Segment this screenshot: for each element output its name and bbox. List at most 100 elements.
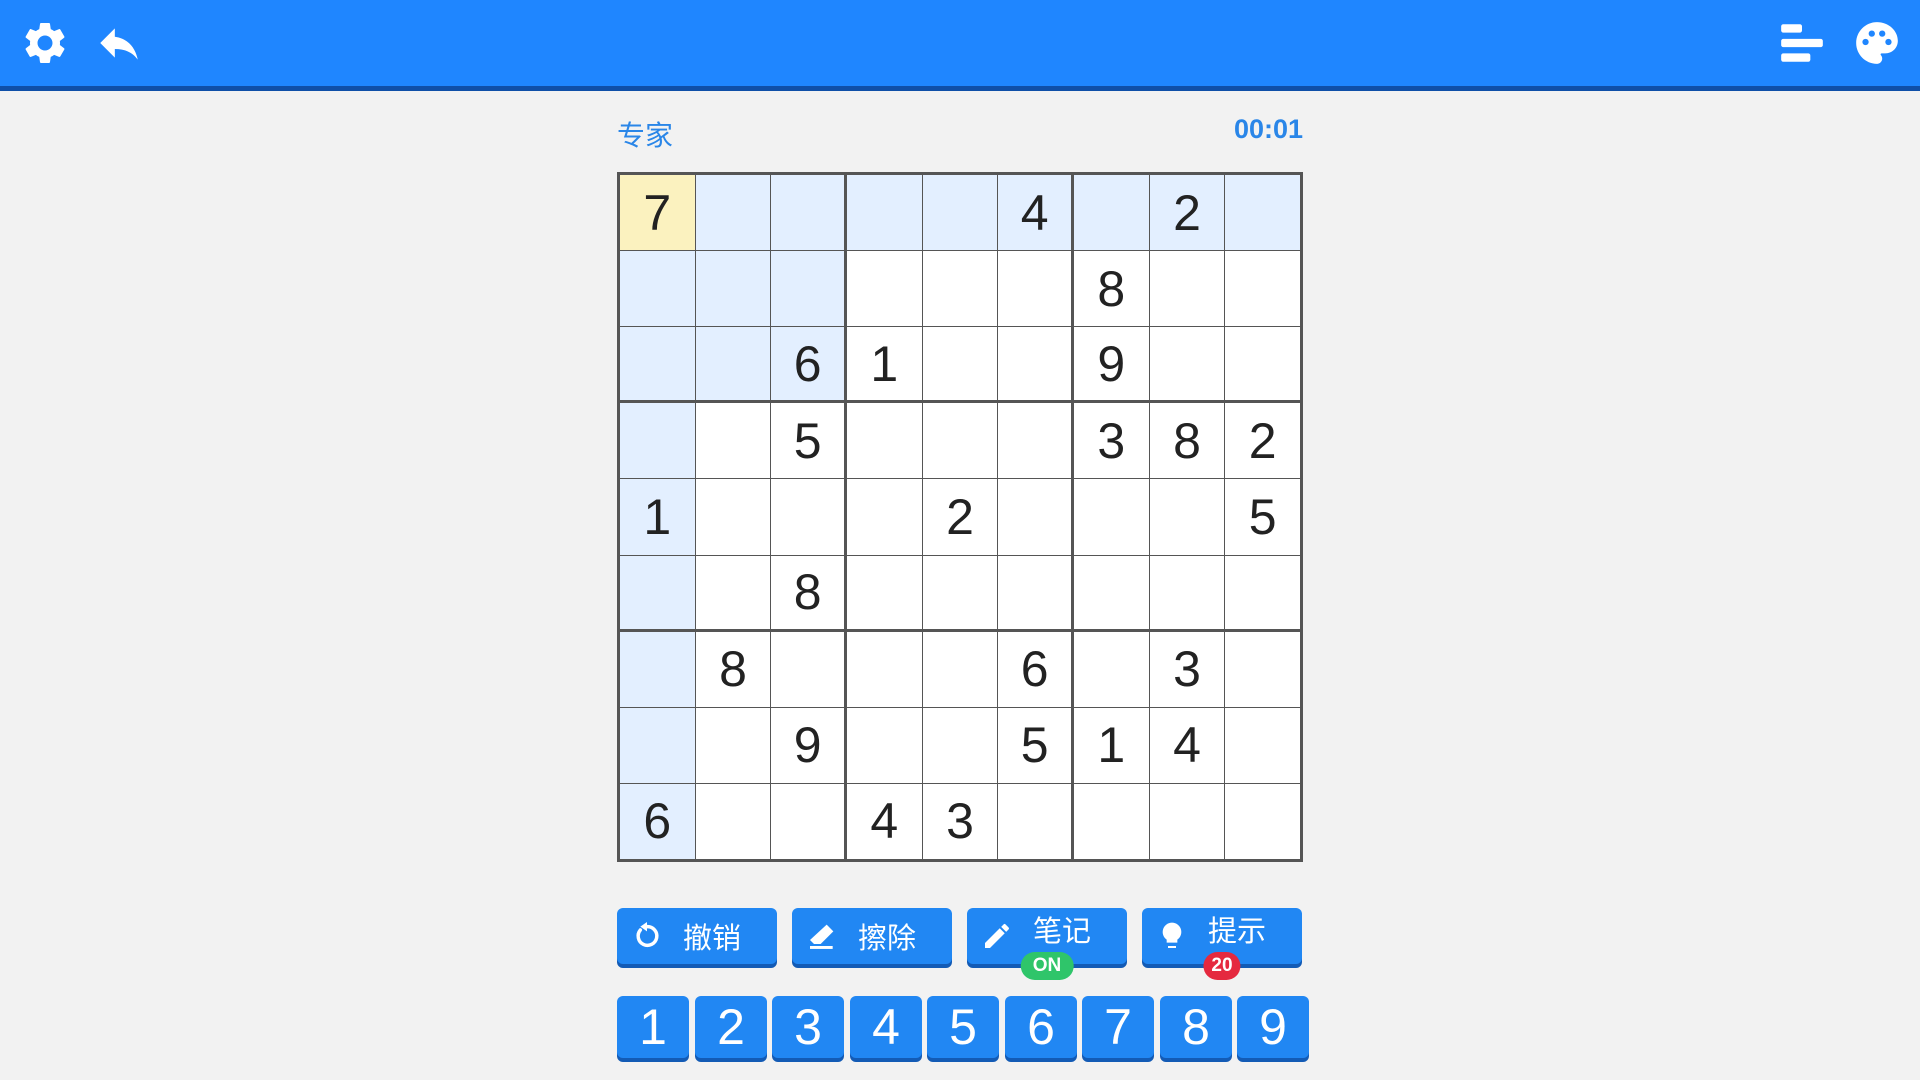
sudoku-cell-r9-c6[interactable] [998, 783, 1071, 859]
sudoku-cell-r7-c8[interactable]: 3 [1149, 631, 1225, 707]
sudoku-cell-r2-c3[interactable] [771, 251, 844, 327]
sudoku-cell-r4-c2[interactable] [695, 403, 771, 479]
sudoku-cell-r1-c6[interactable]: 4 [998, 175, 1071, 251]
sudoku-cell-r8-c9[interactable] [1225, 707, 1300, 783]
number-button-3[interactable]: 3 [772, 996, 844, 1058]
sudoku-cell-r7-c6[interactable]: 6 [998, 631, 1071, 707]
sudoku-cell-r9-c3[interactable] [771, 783, 844, 859]
sudoku-cell-r3-c1[interactable] [620, 327, 695, 401]
sudoku-cell-r2-c5[interactable] [922, 251, 998, 327]
sudoku-cell-r8-c5[interactable] [922, 707, 998, 783]
sudoku-cell-r3-c6[interactable] [998, 327, 1071, 401]
sudoku-cell-r5-c7[interactable] [1073, 479, 1149, 555]
sudoku-cell-r7-c1[interactable] [620, 631, 695, 707]
sudoku-cell-r6-c6[interactable] [998, 555, 1071, 629]
sudoku-cell-r3-c7[interactable]: 9 [1073, 327, 1149, 401]
sudoku-cell-r4-c6[interactable] [998, 403, 1071, 479]
sudoku-cell-r9-c1[interactable]: 6 [620, 783, 695, 859]
number-button-9[interactable]: 9 [1237, 996, 1309, 1058]
sudoku-cell-r5-c8[interactable] [1149, 479, 1225, 555]
sudoku-cell-r3-c4[interactable]: 1 [846, 327, 922, 401]
sudoku-cell-r7-c4[interactable] [846, 631, 922, 707]
theme-button[interactable] [1848, 14, 1906, 72]
sudoku-cell-r3-c5[interactable] [922, 327, 998, 401]
sudoku-cell-r5-c4[interactable] [846, 479, 922, 555]
stats-button[interactable] [1773, 14, 1831, 72]
sudoku-cell-r5-c6[interactable] [998, 479, 1071, 555]
sudoku-cell-r1-c9[interactable] [1225, 175, 1300, 251]
sudoku-cell-r4-c5[interactable] [922, 403, 998, 479]
number-button-2[interactable]: 2 [695, 996, 767, 1058]
sudoku-cell-r5-c5[interactable]: 2 [922, 479, 998, 555]
sudoku-cell-r9-c7[interactable] [1073, 783, 1149, 859]
sudoku-cell-r6-c2[interactable] [695, 555, 771, 629]
sudoku-cell-r6-c5[interactable] [922, 555, 998, 629]
sudoku-cell-r1-c4[interactable] [846, 175, 922, 251]
sudoku-cell-r8-c7[interactable]: 1 [1073, 707, 1149, 783]
settings-button[interactable] [16, 14, 74, 72]
sudoku-cell-r6-c7[interactable] [1073, 555, 1149, 629]
number-button-1[interactable]: 1 [617, 996, 689, 1058]
sudoku-cell-r7-c3[interactable] [771, 631, 844, 707]
sudoku-cell-r1-c3[interactable] [771, 175, 844, 251]
sudoku-cell-r4-c8[interactable]: 8 [1149, 403, 1225, 479]
sudoku-cell-r6-c9[interactable] [1225, 555, 1300, 629]
erase-button[interactable]: 擦除 [792, 908, 952, 964]
sudoku-cell-r4-c4[interactable] [846, 403, 922, 479]
sudoku-cell-r2-c2[interactable] [695, 251, 771, 327]
number-button-7[interactable]: 7 [1082, 996, 1154, 1058]
sudoku-cell-r7-c7[interactable] [1073, 631, 1149, 707]
sudoku-cell-r3-c9[interactable] [1225, 327, 1300, 401]
sudoku-cell-r7-c2[interactable]: 8 [695, 631, 771, 707]
sudoku-cell-r6-c4[interactable] [846, 555, 922, 629]
number-button-5[interactable]: 5 [927, 996, 999, 1058]
sudoku-cell-r6-c8[interactable] [1149, 555, 1225, 629]
sudoku-cell-r1-c8[interactable]: 2 [1149, 175, 1225, 251]
sudoku-cell-r8-c8[interactable]: 4 [1149, 707, 1225, 783]
sudoku-cell-r6-c3[interactable]: 8 [771, 555, 844, 629]
number-button-8[interactable]: 8 [1160, 996, 1232, 1058]
sudoku-cell-r5-c1[interactable]: 1 [620, 479, 695, 555]
pencil-icon [985, 923, 1010, 948]
back-button[interactable] [90, 14, 148, 72]
sudoku-cell-r4-c7[interactable]: 3 [1073, 403, 1149, 479]
sudoku-cell-r1-c2[interactable] [695, 175, 771, 251]
sudoku-cell-r9-c9[interactable] [1225, 783, 1300, 859]
notes-button[interactable]: 笔记 ON [967, 908, 1127, 980]
number-button-4[interactable]: 4 [850, 996, 922, 1058]
sudoku-cell-r9-c8[interactable] [1149, 783, 1225, 859]
sudoku-cell-r4-c3[interactable]: 5 [771, 403, 844, 479]
sudoku-cell-r2-c6[interactable] [998, 251, 1071, 327]
sudoku-cell-r1-c7[interactable] [1073, 175, 1149, 251]
sudoku-cell-r5-c3[interactable] [771, 479, 844, 555]
sudoku-cell-r7-c5[interactable] [922, 631, 998, 707]
sudoku-cell-r5-c2[interactable] [695, 479, 771, 555]
sudoku-cell-r2-c7[interactable]: 8 [1073, 251, 1149, 327]
sudoku-cell-r8-c4[interactable] [846, 707, 922, 783]
sudoku-cell-r3-c3[interactable]: 6 [771, 327, 844, 401]
number-button-6[interactable]: 6 [1005, 996, 1077, 1058]
sudoku-cell-r1-c5[interactable] [922, 175, 998, 251]
sudoku-cell-r4-c9[interactable]: 2 [1225, 403, 1300, 479]
sudoku-cell-r2-c4[interactable] [846, 251, 922, 327]
sudoku-cell-r6-c1[interactable] [620, 555, 695, 629]
sudoku-cell-r9-c2[interactable] [695, 783, 771, 859]
sudoku-cell-r4-c1[interactable] [620, 403, 695, 479]
hint-button[interactable]: 提示 20 [1142, 908, 1302, 980]
sudoku-cell-r1-c1[interactable]: 7 [620, 175, 695, 251]
sudoku-cell-r8-c3[interactable]: 9 [771, 707, 844, 783]
sudoku-cell-r3-c8[interactable] [1149, 327, 1225, 401]
sudoku-cell-r2-c8[interactable] [1149, 251, 1225, 327]
sudoku-cell-r8-c2[interactable] [695, 707, 771, 783]
sudoku-cell-r3-c2[interactable] [695, 327, 771, 401]
undo-button[interactable]: 撤销 [617, 908, 777, 964]
sudoku-cell-r8-c6[interactable]: 5 [998, 707, 1071, 783]
sudoku-cell-r8-c1[interactable] [620, 707, 695, 783]
sudoku-cell-r7-c9[interactable] [1225, 631, 1300, 707]
sudoku-cell-r5-c9[interactable]: 5 [1225, 479, 1300, 555]
sudoku-cell-r2-c1[interactable] [620, 251, 695, 327]
sudoku-cell-r9-c5[interactable]: 3 [922, 783, 998, 859]
hint-count-badge: 20 [1203, 952, 1241, 980]
sudoku-cell-r2-c9[interactable] [1225, 251, 1300, 327]
sudoku-cell-r9-c4[interactable]: 4 [846, 783, 922, 859]
